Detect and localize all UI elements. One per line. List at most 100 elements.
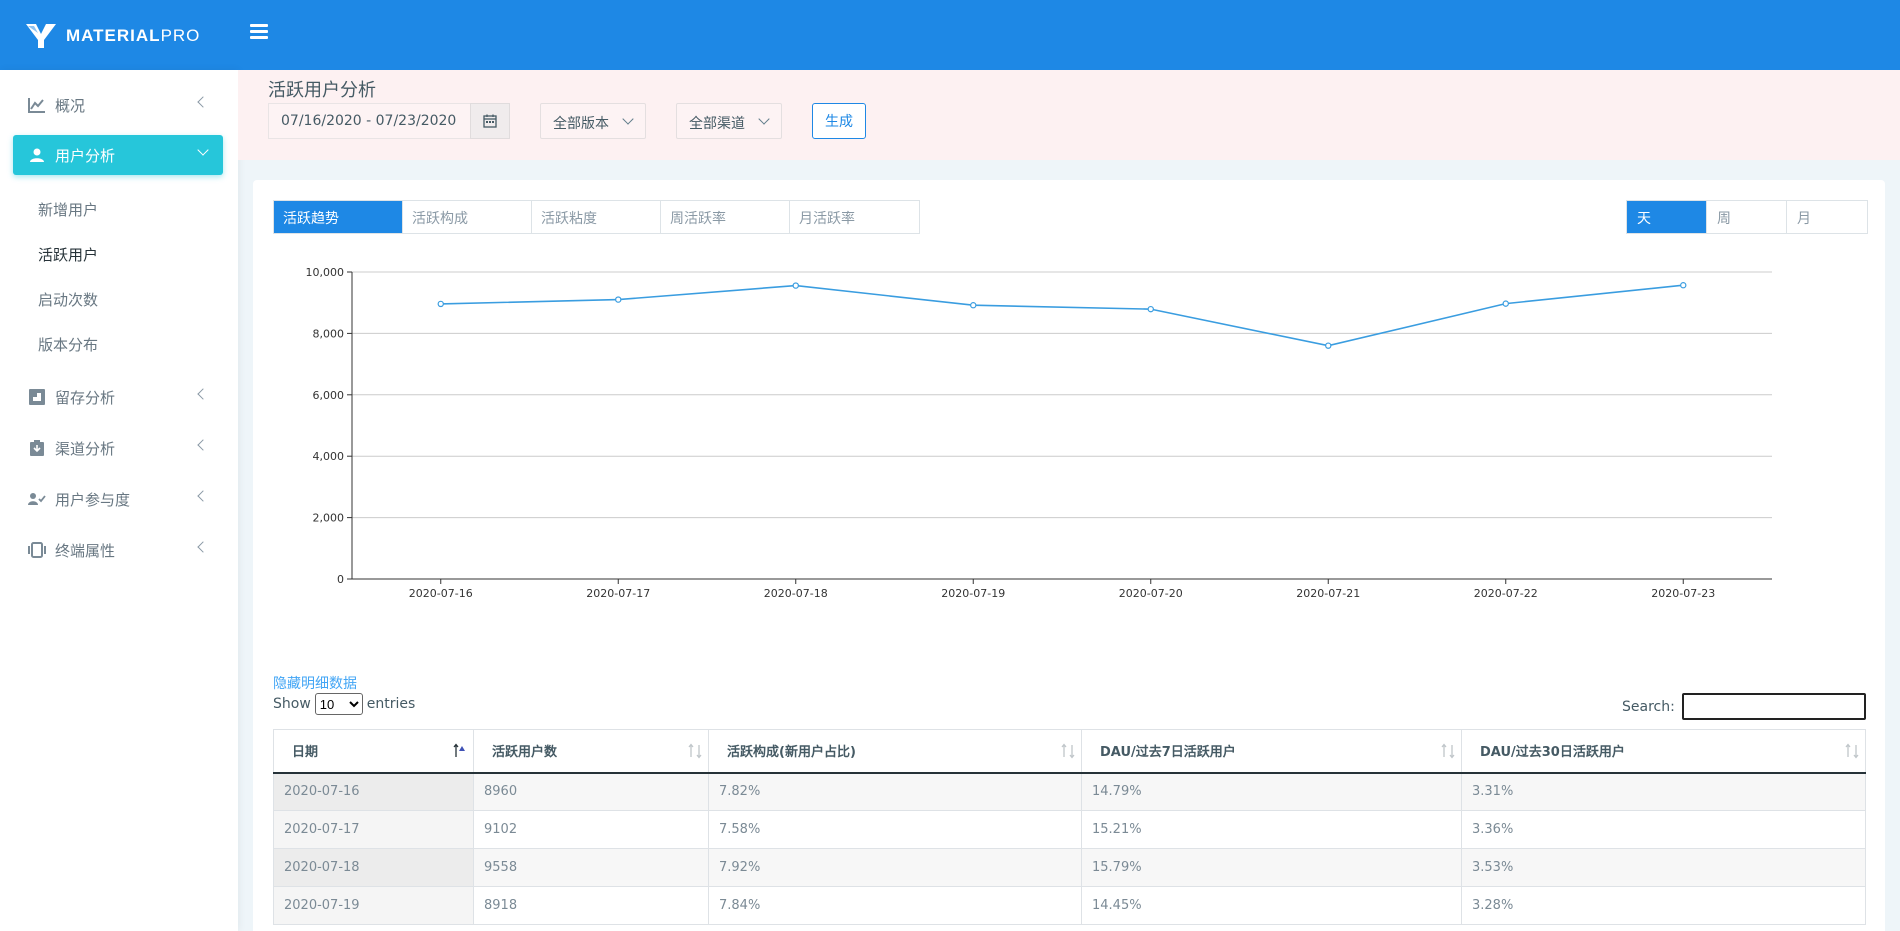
sidebar-item-overview[interactable]: 概况 <box>13 85 223 125</box>
generate-button[interactable]: 生成 <box>812 103 866 139</box>
sidebar-subitem-launch-count[interactable]: 启动次数 <box>38 289 98 310</box>
table-row: 2020-07-17 9102 7.58% 15.21% 3.36% <box>273 810 1866 849</box>
sort-icon <box>1441 743 1455 759</box>
search-label: Search: <box>1622 699 1675 715</box>
data-point <box>792 282 799 289</box>
sidebar: 概况 用户分析 新增用户 活跃用户 启动次数 版本分布 留存分析 渠道分析 用户… <box>0 70 238 931</box>
y-tick-label: 0 <box>337 573 344 586</box>
table-cell: 9102 <box>473 810 709 849</box>
chevron-left-icon <box>197 388 209 400</box>
table-cell: 2020-07-18 <box>273 848 474 887</box>
column-header-date[interactable]: 日期 <box>273 729 474 774</box>
column-header-active-users[interactable]: 活跃用户数 <box>473 729 709 774</box>
page-title: 活跃用户分析 <box>268 80 376 101</box>
table-cell: 3.31% <box>1461 772 1866 811</box>
entries-label: entries <box>366 696 416 712</box>
column-header-dau-7d[interactable]: DAU/过去7日活跃用户 <box>1081 729 1462 774</box>
sidebar-subitem-new-users[interactable]: 新增用户 <box>38 199 98 220</box>
table-row: 2020-07-18 9558 7.92% 15.79% 3.53% <box>273 848 1866 887</box>
x-tick-label: 2020-07-21 <box>1296 587 1360 600</box>
menu-toggle-icon[interactable] <box>250 24 270 42</box>
table-cell: 8918 <box>473 886 709 925</box>
column-header-label: 日期 <box>292 745 319 761</box>
table-cell: 9558 <box>473 848 709 887</box>
sidebar-item-label: 渠道分析 <box>55 439 116 458</box>
table-cell: 14.45% <box>1081 886 1462 925</box>
channel-select[interactable]: 全部渠道 <box>676 103 782 139</box>
version-select[interactable]: 全部版本 <box>540 103 646 139</box>
tab-weekly-active-rate[interactable]: 周活跃率 <box>661 201 790 233</box>
sidebar-item-retention[interactable]: 留存分析 <box>13 377 223 417</box>
show-entries: Show 10 entries <box>273 693 415 715</box>
sort-icon <box>688 743 702 759</box>
calendar-button[interactable] <box>470 103 510 139</box>
series-line <box>440 284 1684 347</box>
brand-name: MATERIALPRO <box>66 26 200 46</box>
filter-bar: 活跃用户分析 07/16/2020 - 07/23/2020 全部版本 全部渠道… <box>238 70 1900 160</box>
table-cell: 14.79% <box>1081 772 1462 811</box>
data-point <box>1147 305 1154 313</box>
period-tab-day[interactable]: 天 <box>1627 201 1707 233</box>
table-row: 2020-07-16 8960 7.82% 14.79% 3.31% <box>273 772 1866 811</box>
brand-name-bold: MATERIAL <box>66 26 161 45</box>
calendar-icon <box>483 114 497 128</box>
brand-logo[interactable]: MATERIALPRO <box>24 22 200 50</box>
hide-detail-link[interactable]: 隐藏明细数据 <box>273 673 357 693</box>
sidebar-item-label: 终端属性 <box>55 541 116 560</box>
column-header-new-user-ratio[interactable]: 活跃构成(新用户占比) <box>708 729 1082 774</box>
table-cell: 2020-07-16 <box>273 772 474 811</box>
channel-icon <box>27 440 47 456</box>
sort-icon <box>1845 743 1859 759</box>
sidebar-item-engagement[interactable]: 用户参与度 <box>13 479 223 519</box>
line-chart-icon <box>27 97 47 113</box>
table-cell: 15.21% <box>1081 810 1462 849</box>
sidebar-subitem-active-users[interactable]: 活跃用户 <box>38 244 98 265</box>
x-tick-label: 2020-07-22 <box>1474 587 1538 600</box>
user-icon <box>27 147 47 163</box>
tab-active-composition[interactable]: 活跃构成 <box>403 201 532 233</box>
x-tick-label: 2020-07-23 <box>1651 587 1715 600</box>
table-cell: 3.53% <box>1461 848 1866 887</box>
tab-active-stickiness[interactable]: 活跃粘度 <box>532 201 661 233</box>
search-input[interactable] <box>1682 693 1866 720</box>
device-icon <box>27 542 47 558</box>
y-tick-label: 2,000 <box>313 512 345 525</box>
x-tick-label: 2020-07-18 <box>764 587 828 600</box>
tab-active-trend[interactable]: 活跃趋势 <box>274 201 403 233</box>
chevron-down-icon <box>622 113 634 125</box>
column-header-dau-30d[interactable]: DAU/过去30日活跃用户 <box>1461 729 1866 774</box>
data-point <box>437 300 444 308</box>
sidebar-item-device[interactable]: 终端属性 <box>13 530 223 570</box>
sidebar-item-label: 留存分析 <box>55 388 116 407</box>
column-header-label: DAU/过去7日活跃用户 <box>1100 745 1236 761</box>
x-tick-label: 2020-07-16 <box>409 587 473 600</box>
retention-icon <box>27 389 47 405</box>
sidebar-item-user-analysis[interactable]: 用户分析 <box>13 135 223 175</box>
tab-monthly-active-rate[interactable]: 月活跃率 <box>790 201 919 233</box>
y-tick-label: 6,000 <box>313 389 345 402</box>
channel-select-value: 全部渠道 <box>689 116 745 132</box>
period-tab-week[interactable]: 周 <box>1707 201 1787 233</box>
version-select-value: 全部版本 <box>553 116 609 132</box>
page-size-select[interactable]: 10 <box>314 693 363 715</box>
chevron-down-icon <box>758 113 770 125</box>
date-range-input[interactable]: 07/16/2020 - 07/23/2020 <box>268 103 470 139</box>
x-tick-label: 2020-07-19 <box>941 587 1005 600</box>
sidebar-item-channel[interactable]: 渠道分析 <box>13 428 223 468</box>
table-cell: 3.28% <box>1461 886 1866 925</box>
table-cell: 3.36% <box>1461 810 1866 849</box>
y-tick-label: 10,000 <box>306 266 345 279</box>
table-cell: 15.79% <box>1081 848 1462 887</box>
column-header-label: DAU/过去30日活跃用户 <box>1480 745 1625 761</box>
sidebar-subitem-version-distribution[interactable]: 版本分布 <box>38 334 98 355</box>
data-point <box>970 302 977 309</box>
sidebar-item-label: 概况 <box>55 96 86 115</box>
table-cell: 7.82% <box>708 772 1082 811</box>
table-cell: 8960 <box>473 772 709 811</box>
sort-icon <box>1061 743 1075 759</box>
period-tab-month[interactable]: 月 <box>1787 201 1867 233</box>
chevron-down-icon <box>197 144 209 156</box>
active-trend-chart: 0 2,000 4,000 6,000 8,000 10,000 2020-07-16 202… <box>306 266 1772 600</box>
metric-tabs: 活跃趋势 活跃构成 活跃粘度 周活跃率 月活跃率 <box>273 200 920 234</box>
main-card: 活跃趋势 活跃构成 活跃粘度 周活跃率 月活跃率 天 周 月 0 2,000 4,0… <box>253 180 1885 931</box>
